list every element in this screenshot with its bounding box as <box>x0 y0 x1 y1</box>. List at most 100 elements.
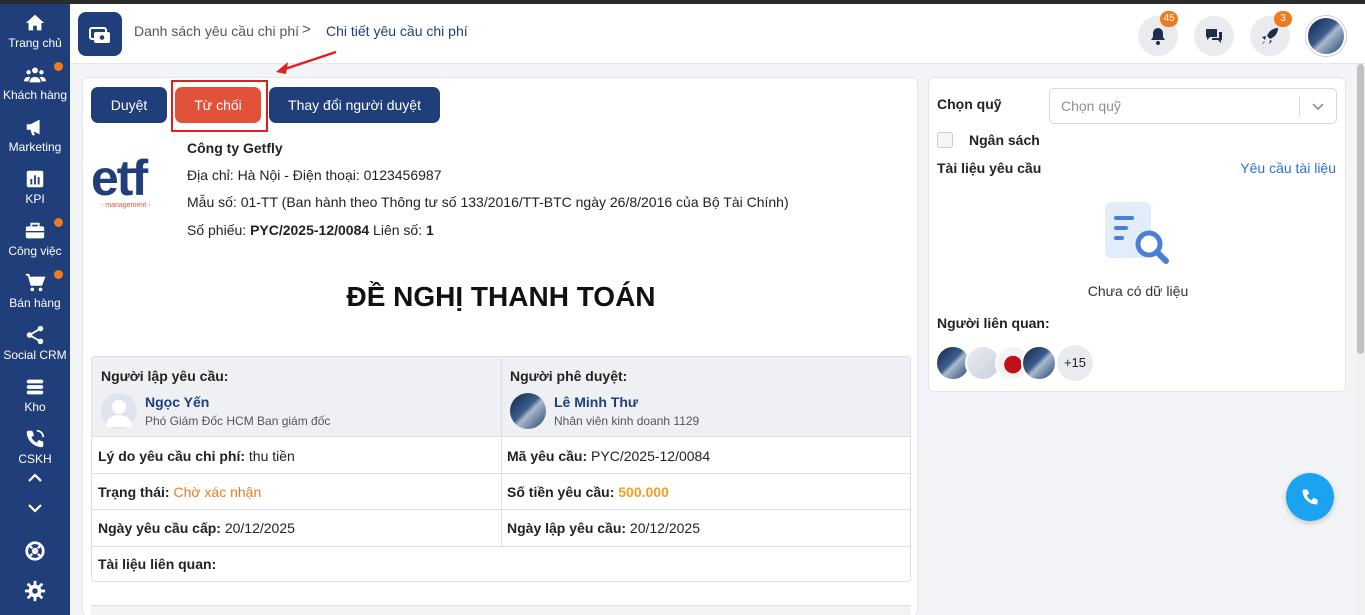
sidebar-item-label: KPI <box>25 192 45 206</box>
sidebar-item-social-crm[interactable]: Social CRM <box>0 320 70 372</box>
sidebar-item-label: Trang chủ <box>8 36 62 50</box>
briefcase-icon <box>25 222 45 239</box>
empty-search-icon <box>1105 202 1169 264</box>
logo-text: etf <box>91 150 148 206</box>
breadcrumb-parent[interactable]: Danh sách yêu cầu chi phí <box>134 23 299 39</box>
page-scrollbar[interactable] <box>1356 64 1365 615</box>
chat-button[interactable] <box>1194 16 1234 56</box>
bell-icon <box>1151 28 1165 45</box>
voucher-info: Số phiếu: PYC/2025-12/0084 Liên số: 1 <box>187 222 434 238</box>
form-number: Mẫu số: 01-TT (Ban hành theo Thông tư số… <box>187 194 789 210</box>
fund-select[interactable]: Chọn quỹ <box>1049 88 1337 124</box>
top-header: Danh sách yêu cầu chi phí > Chi tiết yêu… <box>70 4 1365 64</box>
row-divider <box>92 509 910 510</box>
grant-date-label: Ngày yêu cầu cấp: <box>98 520 221 536</box>
chart-icon <box>26 170 44 188</box>
row-divider <box>92 546 910 547</box>
approve-button[interactable]: Duyệt <box>91 87 167 123</box>
requester-role: Phó Giám Đốc HCM Ban giám đốc <box>145 414 331 428</box>
copy-number: 1 <box>425 222 434 238</box>
sidebar-item-label: Kho <box>24 400 46 414</box>
related-more-count[interactable]: +15 <box>1057 345 1093 381</box>
request-docs-link[interactable]: Yêu cầu tài liệu <box>1240 160 1336 176</box>
reason-value: thu tiền <box>245 448 295 464</box>
gear-icon[interactable] <box>24 580 46 602</box>
code-label: Mã yêu cầu: <box>507 448 588 464</box>
notification-dot <box>54 62 63 71</box>
breadcrumb-current: Chi tiết yêu cầu chi phí <box>326 23 468 39</box>
voucher-number: PYC/2025-12/0084 <box>250 222 370 238</box>
related-person-avatar[interactable] <box>1021 345 1057 381</box>
reason-field: Lý do yêu cầu chi phí: thu tiền <box>98 448 295 464</box>
document-title: ĐỀ NGHỊ THANH TOÁN <box>346 281 656 312</box>
phone-icon <box>1302 489 1318 505</box>
amount-field: Số tiền yêu cầu: 500.000 <box>507 484 669 500</box>
sidebar-item-sales[interactable]: Bán hàng <box>0 268 70 320</box>
sidebar-item-kpi[interactable]: KPI <box>0 164 70 216</box>
approver-label: Người phê duyệt: <box>510 368 628 384</box>
sidebar-item-marketing[interactable]: Marketing <box>0 112 70 164</box>
budget-label: Ngân sách <box>969 132 1040 148</box>
create-date-field: Ngày lập yêu cầu: 20/12/2025 <box>507 520 700 536</box>
notifications-button[interactable]: 45 <box>1138 11 1178 56</box>
default-user-icon <box>106 400 132 427</box>
user-avatar[interactable] <box>1306 16 1346 56</box>
amount-label: Số tiền yêu cầu: <box>507 484 615 500</box>
sidebar-item-warehouse[interactable]: Kho <box>0 372 70 424</box>
chevron-up-icon[interactable] <box>25 468 45 488</box>
chevron-down-icon <box>1312 103 1324 111</box>
sidebar-item-label: Bán hàng <box>9 296 61 310</box>
requester-label: Người lập yêu cầu: <box>101 368 229 384</box>
create-date-value: 20/12/2025 <box>626 520 701 536</box>
money-icon <box>89 27 110 43</box>
support-icon[interactable] <box>24 540 46 562</box>
approver-role: Nhân viên kinh doanh 1129 <box>554 414 700 428</box>
status-value: Chờ xác nhận <box>169 484 262 500</box>
requester-name[interactable]: Ngọc Yến <box>145 394 209 410</box>
rocket-button[interactable]: 3 <box>1250 11 1292 56</box>
module-home-button[interactable] <box>78 12 122 56</box>
grant-date-value: 20/12/2025 <box>220 520 295 536</box>
request-info-table: Người lập yêu cầu: Ngọc Yến Phó Giám Đốc… <box>91 356 911 582</box>
side-panel: Chọn quỹ Chọn quỹ Ngân sách Tài liệu yêu… <box>928 77 1346 392</box>
sidebar: Trang chủ Khách hàng Marketing KPI Công … <box>0 4 70 615</box>
megaphone-icon <box>26 119 40 136</box>
sidebar-item-label: Công việc <box>8 244 62 258</box>
approver-name[interactable]: Lê Minh Thư <box>554 394 638 410</box>
sidebar-item-tasks[interactable]: Công việc <box>0 216 70 268</box>
column-divider <box>501 357 502 547</box>
sidebar-item-label: Marketing <box>8 140 62 154</box>
notification-dot <box>54 218 63 227</box>
copy-label: Liên số: <box>369 222 426 238</box>
sidebar-item-customers[interactable]: Khách hàng <box>0 60 70 112</box>
share-icon <box>26 325 44 345</box>
row-divider <box>92 473 910 474</box>
reason-label: Lý do yêu cầu chi phí: <box>98 448 246 464</box>
requested-docs-label: Tài liệu yêu cầu <box>937 160 1042 176</box>
change-approver-button[interactable]: Thay đổi người duyệt <box>269 87 440 123</box>
company-name: Công ty Getfly <box>187 140 283 156</box>
warehouse-icon <box>26 379 44 395</box>
cart-icon <box>25 273 46 292</box>
items-table-header <box>91 605 911 615</box>
status-field: Trạng thái: Chờ xác nhận <box>98 484 261 500</box>
call-button[interactable] <box>1286 473 1334 521</box>
grant-date-field: Ngày yêu cầu cấp: 20/12/2025 <box>98 520 295 536</box>
sidebar-item-label: Khách hàng <box>2 88 68 102</box>
scrollbar-thumb[interactable] <box>1357 64 1364 354</box>
annotation-arrow <box>276 50 337 74</box>
select-separator <box>1299 97 1300 117</box>
sidebar-item-home[interactable]: Trang chủ <box>0 8 70 60</box>
fund-select-placeholder: Chọn quỹ <box>1061 98 1121 114</box>
company-address: Địa chỉ: Hà Nội - Điện thoại: 0123456987 <box>187 167 442 183</box>
home-icon <box>25 14 45 31</box>
chevron-down-icon[interactable] <box>25 498 45 518</box>
reject-button[interactable]: Từ chối <box>175 87 261 123</box>
related-people-label: Người liên quan: <box>937 315 1050 331</box>
company-logo: etf - management - <box>91 152 173 212</box>
code-field: Mã yêu cầu: PYC/2025-12/0084 <box>507 448 710 464</box>
related-docs-label: Tài liệu liên quan: <box>98 556 217 572</box>
budget-checkbox[interactable] <box>937 132 953 148</box>
code-value: PYC/2025-12/0084 <box>587 448 711 464</box>
sidebar-item-label: CSKH <box>18 452 52 466</box>
